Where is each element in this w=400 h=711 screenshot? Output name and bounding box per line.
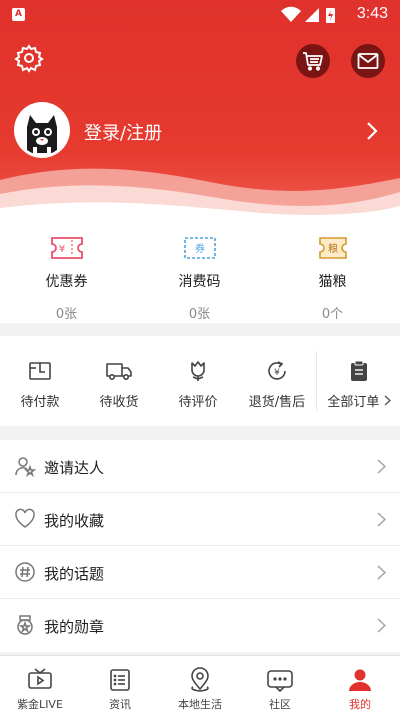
list-item-invite[interactable]: 邀请达人 [0,440,400,493]
voucher-item[interactable]: 券 消费码 0张 [133,233,266,322]
cat-food-count: 0个 [321,307,344,322]
menu-list: 邀请达人 我的收藏 我的话题 我的勋章 [0,440,400,652]
orders-divider [316,351,317,411]
refund-label: 退货/售后 [248,395,306,410]
flower-icon [191,361,205,381]
cat-food-item[interactable]: 粮 猫粮 0个 [266,233,399,322]
tab-news[interactable]: 资讯 [80,656,160,711]
chat-icon [267,670,293,692]
voucher-icon: 券 [183,237,216,259]
chevron-right-icon [377,565,386,580]
settings-button[interactable] [14,43,44,77]
chevron-right-icon [384,395,391,406]
refund-item[interactable]: ¥ 退货/售后 [237,358,317,410]
svg-text:¥: ¥ [274,368,280,378]
bottom-tab-bar: 紫金LIVE 资讯 本地生活 社区 我的 [0,655,400,711]
pending-payment-item[interactable]: 待付款 [0,358,80,410]
gear-icon [14,44,44,73]
coupon-item[interactable]: ¥ 优惠券 0张 [0,233,133,322]
signal-icon [305,8,319,22]
profile-chevron-icon[interactable] [366,121,378,145]
svg-text:粮: 粮 [328,242,338,255]
profile-header [0,0,400,215]
invite-label: 邀请达人 [44,459,105,477]
status-time: 3:43 [356,5,388,22]
status-icons [281,6,335,23]
cart-icon [303,52,323,71]
tab-local-life[interactable]: 本地生活 [160,656,240,711]
orders-card: 待付款 待收货 待评价 ¥ 退货/售后 全部订单 [0,336,400,426]
svg-text:券: 券 [195,242,205,255]
wifi-icon [281,6,301,22]
coupon-count: 0张 [55,307,78,322]
list-item-medals[interactable]: 我的勋章 [0,599,400,652]
chevron-right-icon [377,618,386,633]
mail-icon [357,53,379,69]
person-icon [349,669,371,691]
list-item-topics[interactable]: 我的话题 [0,546,400,599]
tab-mine[interactable]: 我的 [320,656,400,711]
all-orders-button[interactable]: 全部订单 [318,358,400,410]
svg-text:¥: ¥ [58,244,64,255]
voucher-label: 消费码 [178,274,221,290]
truck-icon [106,363,132,381]
app-notification-icon: A [12,8,25,21]
assets-card: ¥ 优惠券 0张 券 消费码 0张 粮 猫粮 0个 [0,215,400,323]
chevron-right-icon [377,459,386,474]
header-wave [0,168,400,215]
hashtag-icon [15,562,35,582]
tab-community-label: 社区 [269,698,291,711]
tab-local-life-label: 本地生活 [178,698,222,711]
cart-button[interactable] [296,44,330,78]
news-icon [110,669,130,691]
clipboard-icon [351,360,367,381]
cat-food-icon: 粮 [318,237,347,259]
medal-icon [17,615,33,635]
chevron-right-icon [377,512,386,527]
cat-avatar-icon [17,105,67,155]
voucher-count: 0张 [188,307,211,322]
cat-food-label: 猫粮 [318,274,347,290]
mail-button[interactable] [351,44,385,78]
pending-payment-label: 待付款 [20,395,60,410]
all-orders-label: 全部订单 [327,395,380,410]
refund-icon: ¥ [268,361,286,380]
invite-icon [15,457,36,477]
heart-icon [15,508,35,528]
coupon-icon: ¥ [50,237,83,259]
tab-zijin-live[interactable]: 紫金LIVE [0,656,80,711]
login-register-link[interactable]: 登录/注册 [84,119,162,145]
avatar[interactable] [14,102,70,158]
tab-zijin-live-label: 紫金LIVE [17,698,63,711]
status-bar: A 3:43 [0,0,400,30]
topics-label: 我的话题 [44,565,105,583]
tab-community[interactable]: 社区 [240,656,320,711]
pending-review-item[interactable]: 待评价 [158,358,238,410]
favorites-label: 我的收藏 [44,512,105,530]
medals-label: 我的勋章 [44,618,105,636]
pending-receipt-label: 待收货 [99,395,139,410]
pending-review-label: 待评价 [178,395,218,410]
tab-mine-label: 我的 [349,698,371,711]
tab-news-label: 资讯 [109,698,131,711]
list-item-favorites[interactable]: 我的收藏 [0,493,400,546]
location-icon [191,667,209,692]
tv-play-icon [28,668,52,689]
wallet-icon [29,362,51,380]
coupon-label: 优惠券 [45,274,88,290]
pending-receipt-item[interactable]: 待收货 [79,358,159,410]
